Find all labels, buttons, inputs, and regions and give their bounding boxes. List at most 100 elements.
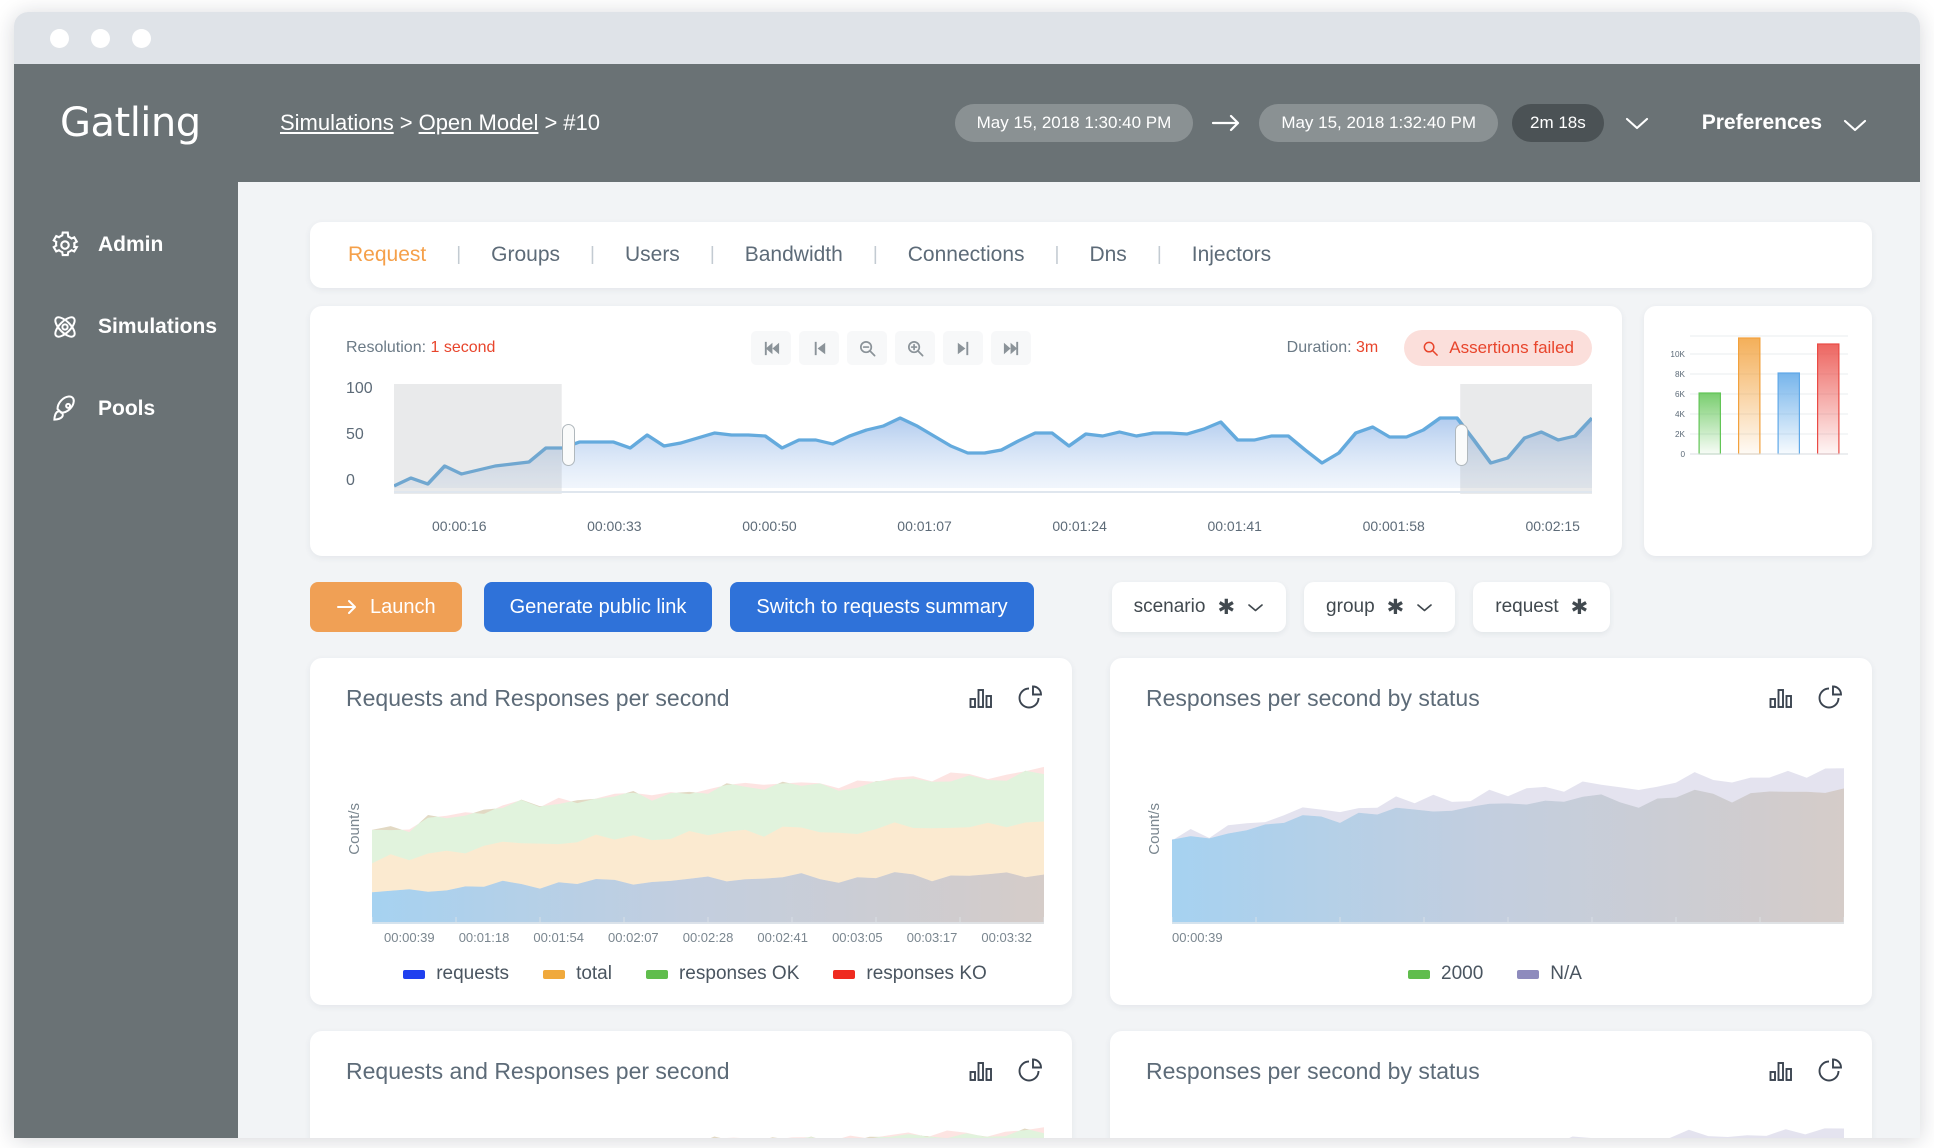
legend-item-responses-ok[interactable]: responses OK (646, 963, 799, 985)
tab-dns[interactable]: Dns (1089, 243, 1126, 267)
pie-chart-icon[interactable] (1816, 684, 1844, 712)
filter-group-dropdown[interactable]: group ✱ (1304, 582, 1455, 632)
card-chart-body[interactable]: Count/s (1146, 734, 1844, 924)
tab-request[interactable]: Request (348, 243, 426, 267)
card-actions (968, 1057, 1044, 1085)
legend-item-na[interactable]: N/A (1517, 963, 1582, 985)
card-chart-body[interactable] (346, 1107, 1044, 1138)
legend-label: total (576, 963, 612, 985)
legend-item-2000[interactable]: 2000 (1408, 963, 1483, 985)
sidebar-item-pools[interactable]: Pools (14, 368, 238, 450)
skip-to-start-icon[interactable] (751, 331, 791, 365)
sidebar-item-admin[interactable]: Admin (14, 204, 238, 286)
sidebar: Gatling Admin (14, 64, 238, 1138)
switch-to-requests-summary-button[interactable]: Switch to requests summary (730, 582, 1033, 632)
legend-item-requests[interactable]: requests (403, 963, 509, 985)
card-title: Requests and Responses per second (346, 685, 730, 712)
magnifier-icon (1422, 340, 1439, 357)
card-chart-body[interactable]: Count/s (346, 734, 1044, 924)
tab-bandwidth[interactable]: Bandwidth (745, 243, 843, 267)
overview-timeline-chart[interactable]: 100 50 0 (346, 384, 1592, 510)
tab-connections[interactable]: Connections (908, 243, 1025, 267)
overview-x-axis: 00:00:16 00:00:33 00:00:50 00:01:07 00:0… (432, 518, 1592, 534)
sidebar-nav: Admin Simulations (14, 204, 238, 450)
legend-label: responses OK (679, 963, 799, 985)
legend-swatch (1408, 970, 1430, 979)
date-from-pill[interactable]: May 15, 2018 1:30:40 PM (955, 104, 1194, 142)
legend-item-responses-ko[interactable]: responses KO (833, 963, 986, 985)
chart-plot-area[interactable] (372, 734, 1044, 924)
assertions-failed-badge[interactable]: Assertions failed (1404, 330, 1592, 366)
rocket-icon (50, 394, 80, 424)
overview-plot-area[interactable] (394, 384, 1592, 510)
legend-label: requests (436, 963, 509, 985)
sidebar-item-simulations[interactable]: Simulations (14, 286, 238, 368)
overview-xtick: 00:00:33 (587, 518, 642, 534)
overview-header: Resolution: 1 second (346, 330, 1592, 366)
timeline-handle-right[interactable] (1455, 424, 1468, 466)
filter-request-value: ✱ (1571, 595, 1589, 620)
legend-swatch (646, 970, 668, 979)
main-pane: Simulations>Open Model>#10 May 15, 2018 … (238, 64, 1920, 1138)
topbar: Simulations>Open Model>#10 May 15, 2018 … (238, 64, 1920, 182)
breadcrumb-sep-1: > (400, 110, 413, 135)
chart-xtick: 00:00:39 (1172, 930, 1223, 945)
step-backward-icon[interactable] (799, 331, 839, 365)
timeline-handle-left[interactable] (562, 424, 575, 466)
filter-request-label: request (1495, 596, 1558, 618)
pie-chart-icon[interactable] (1816, 1057, 1844, 1085)
topbar-right: May 15, 2018 1:30:40 PM May 15, 2018 1:3… (955, 104, 1920, 142)
svg-text:4K: 4K (1675, 410, 1686, 419)
tab-users[interactable]: Users (625, 243, 680, 267)
bar-chart-icon[interactable] (968, 685, 994, 711)
overview-ytick-50: 50 (346, 426, 364, 444)
duration-readout: Duration: 3m (1287, 339, 1379, 357)
card-title: Responses per second by status (1146, 685, 1480, 712)
window-maximize-dot[interactable] (132, 29, 151, 48)
card-chart-body[interactable] (1146, 1107, 1844, 1138)
card-header: Requests and Responses per second (346, 684, 1044, 712)
launch-button[interactable]: Launch (310, 582, 462, 632)
tab-separator-3: | (710, 244, 715, 266)
date-to-pill[interactable]: May 15, 2018 1:32:40 PM (1259, 104, 1498, 142)
breadcrumb-open-model[interactable]: Open Model (419, 110, 539, 135)
chart-xtick: 00:01:18 (447, 930, 522, 945)
brand-logo[interactable]: Gatling (14, 64, 238, 182)
bar-chart-icon[interactable] (1768, 1058, 1794, 1084)
legend-label: N/A (1550, 963, 1582, 985)
chevron-down-icon-daterange[interactable] (1624, 115, 1650, 131)
preferences-menu[interactable]: Preferences (1702, 111, 1868, 135)
zoom-out-icon[interactable] (847, 331, 887, 365)
bar-chart-icon[interactable] (968, 1058, 994, 1084)
skip-to-end-icon[interactable] (991, 331, 1031, 365)
zoom-in-icon[interactable] (895, 331, 935, 365)
browser-window: Gatling Admin (14, 12, 1920, 1138)
breadcrumb-simulations[interactable]: Simulations (280, 110, 394, 135)
assertions-failed-label: Assertions failed (1449, 338, 1574, 358)
card-title: Requests and Responses per second (346, 1058, 730, 1085)
breadcrumb-sep-2: > (544, 110, 557, 135)
tab-injectors[interactable]: Injectors (1192, 243, 1271, 267)
filter-request[interactable]: request ✱ (1473, 582, 1610, 632)
tab-groups[interactable]: Groups (491, 243, 560, 267)
window-close-dot[interactable] (50, 29, 69, 48)
legend-item-total[interactable]: total (543, 963, 612, 985)
step-forward-icon[interactable] (943, 331, 983, 365)
pie-chart-icon[interactable] (1016, 684, 1044, 712)
chart-plot-area[interactable] (1172, 734, 1844, 924)
pie-chart-icon[interactable] (1016, 1057, 1044, 1085)
card-requests-and-responses-2: Requests and Responses per second (310, 1031, 1072, 1138)
chart-xtick: 00:01:54 (521, 930, 596, 945)
tab-separator-1: | (456, 244, 461, 266)
legend-label: responses KO (866, 963, 986, 985)
duration-value: 3m (1356, 339, 1378, 356)
preferences-label: Preferences (1702, 111, 1822, 135)
summary-bar-chart-card[interactable]: 02K4K6K8K10K (1644, 306, 1872, 556)
chevron-down-icon-group (1416, 602, 1433, 613)
filter-scenario[interactable]: scenario ✱ (1112, 582, 1286, 632)
window-minimize-dot[interactable] (91, 29, 110, 48)
bar-chart-icon[interactable] (1768, 685, 1794, 711)
generate-public-link-button[interactable]: Generate public link (484, 582, 713, 632)
duration-pill[interactable]: 2m 18s (1512, 104, 1604, 142)
overview-xtick: 00:01:24 (1052, 518, 1107, 534)
